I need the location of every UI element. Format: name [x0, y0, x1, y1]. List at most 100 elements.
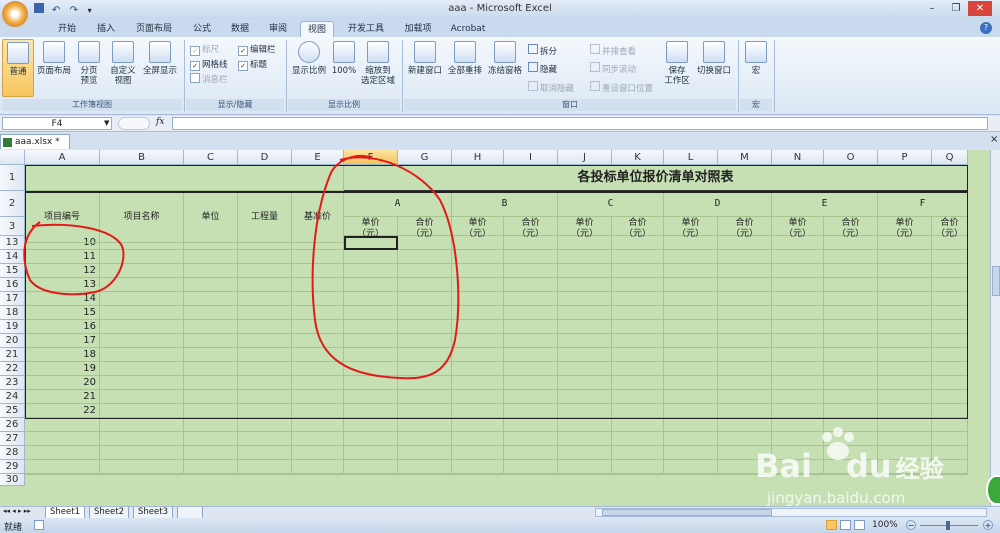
scroll-thumb[interactable]: [992, 266, 1000, 296]
grid-cell[interactable]: [878, 334, 932, 348]
tab-insert[interactable]: 插入: [92, 21, 120, 37]
grid-cell[interactable]: [25, 460, 100, 474]
insert-function-button[interactable]: fx: [156, 117, 164, 127]
grid-cell[interactable]: [398, 278, 452, 292]
tab-home[interactable]: 开始: [52, 21, 82, 37]
grid-cell[interactable]: [718, 320, 772, 334]
grid-cell[interactable]: [878, 292, 932, 306]
grid-cell[interactable]: [238, 250, 292, 264]
arrange-all-button[interactable]: 全部重排: [446, 39, 484, 76]
grid-cell[interactable]: [824, 278, 878, 292]
switch-windows-button[interactable]: 切换窗口: [694, 39, 734, 76]
row-header[interactable]: 18: [0, 306, 25, 320]
grid-cell[interactable]: [558, 418, 612, 432]
column-heading-seq[interactable]: 项目编号: [25, 191, 100, 243]
hide-button[interactable]: 隐藏: [528, 62, 557, 75]
grid-cell[interactable]: [398, 474, 452, 475]
tab-view[interactable]: 视图: [300, 21, 334, 38]
grid-cell[interactable]: [718, 264, 772, 278]
grid-cell[interactable]: [344, 264, 398, 278]
grid-cell[interactable]: [100, 418, 184, 432]
grid-cell[interactable]: [664, 390, 718, 404]
grid-cell[interactable]: [344, 460, 398, 474]
grid-cell[interactable]: [718, 278, 772, 292]
row-header[interactable]: 22: [0, 362, 25, 376]
message-bar-checkbox[interactable]: 消息栏: [190, 73, 228, 85]
grid-cell[interactable]: [398, 376, 452, 390]
grid-cell[interactable]: [344, 418, 398, 432]
grid-cell[interactable]: [772, 264, 824, 278]
grid-cell[interactable]: [100, 446, 184, 460]
grid-cell[interactable]: [292, 320, 344, 334]
zoom-button[interactable]: 显示比例: [290, 39, 328, 76]
grid-cell[interactable]: [824, 334, 878, 348]
grid-cell[interactable]: [558, 250, 612, 264]
column-header[interactable]: P: [878, 150, 932, 165]
grid-cell[interactable]: [184, 278, 238, 292]
column-heading-base[interactable]: 基准价: [292, 191, 344, 243]
grid-cell[interactable]: [612, 264, 664, 278]
grid-cell[interactable]: [344, 404, 398, 418]
grid-cell[interactable]: [558, 334, 612, 348]
grid-cell[interactable]: [292, 404, 344, 418]
grid-cell[interactable]: [932, 390, 968, 404]
price-subheading[interactable]: 合价 （元）: [824, 217, 878, 239]
grid-cell[interactable]: [664, 432, 718, 446]
bidder-heading[interactable]: A: [344, 191, 452, 217]
price-subheading[interactable]: 合价 （元）: [718, 217, 772, 239]
active-cell[interactable]: [344, 236, 398, 250]
grid-cell[interactable]: [504, 264, 558, 278]
grid-cell[interactable]: [344, 348, 398, 362]
grid-cell[interactable]: [25, 432, 100, 446]
grid-cell[interactable]: [238, 362, 292, 376]
column-header[interactable]: C: [184, 150, 238, 165]
name-box[interactable]: F4: [2, 117, 112, 130]
grid-cell[interactable]: [184, 306, 238, 320]
grid-cell[interactable]: [718, 390, 772, 404]
grid-cell[interactable]: [238, 376, 292, 390]
grid-cell[interactable]: [772, 390, 824, 404]
row-header[interactable]: 28: [0, 446, 25, 460]
grid-cell[interactable]: [398, 418, 452, 432]
grid-cell[interactable]: [452, 250, 504, 264]
grid-cell[interactable]: [932, 334, 968, 348]
grid-cell[interactable]: [932, 292, 968, 306]
grid-cell[interactable]: [292, 376, 344, 390]
row-header[interactable]: 27: [0, 432, 25, 446]
tab-developer[interactable]: 开发工具: [342, 21, 390, 37]
price-subheading[interactable]: 合价 （元）: [932, 217, 968, 239]
grid-cell[interactable]: [100, 278, 184, 292]
grid-cell[interactable]: [100, 376, 184, 390]
grid-cell[interactable]: [504, 362, 558, 376]
grid-cell[interactable]: [184, 348, 238, 362]
grid-cell[interactable]: [824, 250, 878, 264]
sheet-title-cell[interactable]: 各投标单位报价清单对照表: [344, 165, 968, 191]
item-number-cell[interactable]: 11: [25, 250, 100, 264]
empty-header-cell[interactable]: [25, 165, 344, 191]
macros-button[interactable]: 宏: [742, 39, 770, 76]
grid-cell[interactable]: [398, 306, 452, 320]
name-box-dropdown-icon[interactable]: ▼: [104, 119, 109, 127]
grid-cell[interactable]: [292, 348, 344, 362]
grid-cell[interactable]: [452, 320, 504, 334]
grid-cell[interactable]: [612, 250, 664, 264]
grid-cell[interactable]: [558, 264, 612, 278]
grid-cell[interactable]: [612, 348, 664, 362]
grid-cell[interactable]: [718, 334, 772, 348]
grid-cell[interactable]: [664, 446, 718, 460]
minimize-icon[interactable]: –: [920, 1, 944, 16]
macro-record-icon[interactable]: [34, 520, 44, 530]
grid-cell[interactable]: [932, 306, 968, 320]
grid-cell[interactable]: [878, 404, 932, 418]
grid-cell[interactable]: [772, 250, 824, 264]
grid-cell[interactable]: [344, 292, 398, 306]
column-heading-qty[interactable]: 工程量: [238, 191, 292, 243]
grid-cell[interactable]: [612, 432, 664, 446]
h-scroll-thumb[interactable]: [602, 509, 772, 516]
bidder-heading[interactable]: C: [558, 191, 664, 217]
grid-cell[interactable]: [238, 432, 292, 446]
item-number-cell[interactable]: 20: [25, 376, 100, 390]
grid-cell[interactable]: [344, 306, 398, 320]
grid-cell[interactable]: [612, 334, 664, 348]
grid-cell[interactable]: [292, 432, 344, 446]
